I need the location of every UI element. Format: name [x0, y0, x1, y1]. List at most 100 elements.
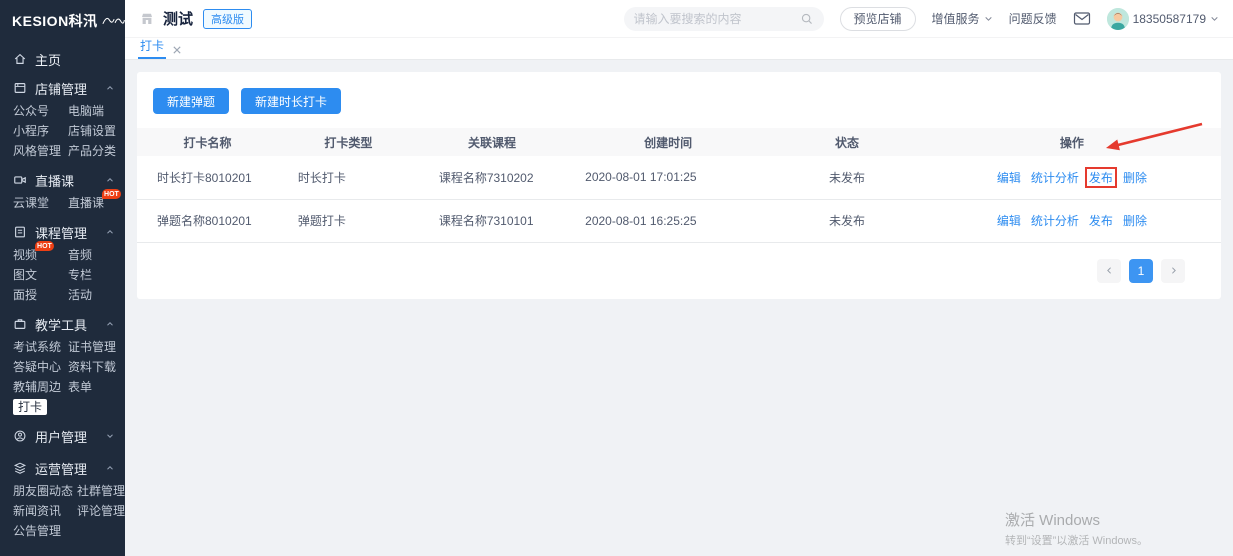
- sidebar-item[interactable]: 公众号: [13, 102, 68, 119]
- logo-signature-icon: [101, 13, 125, 29]
- delete-link[interactable]: 删除: [1123, 171, 1147, 185]
- sidebar-item[interactable]: 公告管理: [13, 522, 80, 539]
- edit-link[interactable]: 编辑: [997, 214, 1021, 228]
- chevron-up-icon: [105, 319, 115, 329]
- delete-link[interactable]: 删除: [1123, 214, 1147, 228]
- stats-link[interactable]: 统计分析: [1031, 171, 1079, 185]
- sidebar-item-checkin-active[interactable]: 打卡: [13, 398, 68, 415]
- sidebar-item[interactable]: 社群管理: [77, 482, 125, 499]
- home-icon: [13, 52, 27, 66]
- col-status: 状态: [771, 128, 923, 156]
- section-label: 直播课: [35, 171, 74, 190]
- table-header-row: 打卡名称 打卡类型 关联课程 创建时间 状态 操作: [137, 128, 1221, 156]
- chevron-down-icon: [1210, 14, 1219, 23]
- sidebar-item[interactable]: 云课堂: [13, 194, 68, 211]
- sidebar-item[interactable]: 朋友圈动态: [13, 482, 77, 499]
- cell-course: 课程名称7310101: [419, 199, 565, 242]
- section-label: 教学工具: [35, 315, 87, 334]
- sidebar-item[interactable]: 风格管理: [13, 142, 68, 159]
- close-icon[interactable]: [173, 46, 181, 54]
- account-menu[interactable]: 18350587179: [1107, 8, 1219, 30]
- cell-status: 未发布: [771, 156, 923, 199]
- sidebar-section-shop-header[interactable]: 店铺管理: [13, 76, 125, 100]
- search-icon[interactable]: [800, 12, 814, 26]
- next-page-button[interactable]: [1161, 259, 1185, 283]
- chevron-up-icon: [105, 175, 115, 185]
- search-box: [624, 7, 824, 31]
- top-header: 测试 高级版 预览店铺 增值服务 问题反馈: [125, 0, 1233, 38]
- feedback-link[interactable]: 问题反馈: [1009, 10, 1057, 27]
- new-popquiz-button[interactable]: 新建弹题: [153, 88, 229, 114]
- sidebar-section-distribution: 内容分销: [13, 550, 125, 556]
- sidebar-item[interactable]: 教辅周边: [13, 378, 68, 395]
- tab-checkin[interactable]: 打卡: [138, 37, 166, 59]
- sidebar-item[interactable]: 活动: [68, 286, 92, 303]
- sidebar-section-tools-header[interactable]: 教学工具: [13, 312, 125, 336]
- layers-icon: [13, 461, 27, 475]
- workspace-icon: [139, 11, 155, 27]
- sidebar-item[interactable]: 答疑中心: [13, 358, 68, 375]
- sidebar-section-operations-header[interactable]: 运营管理: [13, 456, 125, 480]
- sidebar-section-shop: 店铺管理 公众号电脑端 小程序店铺设置 风格管理产品分类: [13, 76, 125, 160]
- shop-icon: [13, 81, 27, 95]
- sidebar-item[interactable]: 证书管理: [68, 338, 116, 355]
- sidebar-item[interactable]: 考试系统: [13, 338, 68, 355]
- sidebar-section-users-header[interactable]: 用户管理: [13, 424, 125, 448]
- sidebar-item[interactable]: 电脑端: [68, 102, 104, 119]
- checkin-list-card: 新建弹题 新建时长打卡 打卡名称 打卡类型 关联课程 创建时间: [137, 72, 1221, 299]
- course-icon: [13, 225, 27, 239]
- logo-text: KESION科汛: [12, 11, 98, 31]
- sidebar-item[interactable]: 视频HOT: [13, 246, 68, 263]
- tab-bar: 打卡: [125, 38, 1233, 60]
- col-name: 打卡名称: [137, 128, 278, 156]
- stats-link[interactable]: 统计分析: [1031, 214, 1079, 228]
- sidebar-item[interactable]: 表单: [68, 378, 92, 395]
- cell-name: 弹题名称8010201: [137, 199, 278, 242]
- sidebar-item[interactable]: 面授: [13, 286, 68, 303]
- sidebar-item[interactable]: 评论管理: [77, 502, 125, 519]
- annotation-highlight-box: 发布: [1085, 167, 1117, 188]
- search-input[interactable]: [634, 12, 800, 26]
- tools-icon: [13, 317, 27, 331]
- publish-link[interactable]: 发布: [1089, 214, 1113, 228]
- section-label: 课程管理: [35, 223, 87, 242]
- sidebar-item[interactable]: 新闻资讯: [13, 502, 77, 519]
- prev-page-button[interactable]: [1097, 259, 1121, 283]
- sidebar: KESION科汛 主页 店铺管理: [0, 0, 125, 556]
- sidebar-item[interactable]: 资料下载: [68, 358, 116, 375]
- new-duration-checkin-button[interactable]: 新建时长打卡: [241, 88, 341, 114]
- users-icon: [13, 429, 27, 443]
- preview-shop-button[interactable]: 预览店铺: [840, 7, 916, 31]
- sidebar-section-tools: 教学工具 考试系统证书管理 答疑中心资料下载 教辅周边表单 打卡: [13, 312, 125, 416]
- cell-status: 未发布: [771, 199, 923, 242]
- edit-link[interactable]: 编辑: [997, 171, 1021, 185]
- sidebar-item[interactable]: 店铺设置: [68, 122, 116, 139]
- col-created: 创建时间: [565, 128, 771, 156]
- content-area: 新建弹题 新建时长打卡 打卡名称 打卡类型 关联课程 创建时间: [125, 60, 1233, 556]
- sidebar-item[interactable]: 专栏: [68, 266, 92, 283]
- mail-icon[interactable]: [1073, 11, 1091, 26]
- value-added-services-menu[interactable]: 增值服务: [932, 10, 993, 27]
- cell-course: 课程名称7310202: [419, 156, 565, 199]
- sidebar-item-home[interactable]: 主页: [13, 48, 125, 70]
- page-number-current[interactable]: 1: [1129, 259, 1153, 283]
- sidebar-section-distribution-header[interactable]: 内容分销: [13, 550, 125, 556]
- sidebar-section-course-header[interactable]: 课程管理: [13, 220, 125, 244]
- cell-created: 2020-08-01 17:01:25: [565, 156, 771, 199]
- sidebar-section-course: 课程管理 视频HOT 音频 图文专栏 面授活动: [13, 220, 125, 304]
- cell-name: 时长打卡8010201: [137, 156, 278, 199]
- sidebar-item[interactable]: 小程序: [13, 122, 68, 139]
- chevron-down-icon: [984, 14, 993, 23]
- chevron-up-icon: [105, 463, 115, 473]
- cell-type: 时长打卡: [278, 156, 419, 199]
- sidebar-item[interactable]: 直播课HOT: [68, 194, 123, 211]
- cell-actions: 编辑统计分析发布删除: [923, 156, 1221, 199]
- logo[interactable]: KESION科汛: [0, 0, 125, 38]
- sidebar-item[interactable]: 音频: [68, 246, 92, 263]
- publish-link[interactable]: 发布: [1089, 171, 1113, 185]
- sidebar-section-live: 直播课 云课堂 直播课HOT: [13, 168, 125, 212]
- sidebar-item[interactable]: 产品分类: [68, 142, 116, 159]
- sidebar-item[interactable]: 图文: [13, 266, 68, 283]
- table-row: 时长打卡8010201 时长打卡 课程名称7310202 2020-08-01 …: [137, 156, 1221, 199]
- chevron-up-icon: [105, 227, 115, 237]
